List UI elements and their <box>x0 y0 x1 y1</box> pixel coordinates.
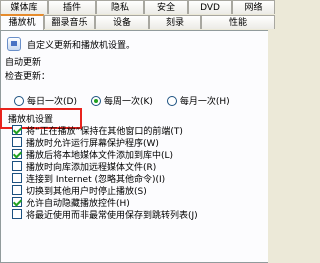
checkbox[interactable] <box>12 149 22 159</box>
option-allow-screensaver[interactable]: 播放时允许运行屏幕保护程序(W) <box>12 136 198 149</box>
tab-security[interactable]: 安全 <box>144 0 188 14</box>
radio-button[interactable] <box>166 95 177 106</box>
check-updates-label: 检查更新： <box>5 72 51 82</box>
tab-devices[interactable]: 设备 <box>95 15 149 29</box>
tab-network[interactable]: 网络 <box>232 0 275 14</box>
tab-row-back: 媒体库 插件 隐私 安全 DVD 网络 <box>0 0 275 15</box>
tab-label: 翻录音乐 <box>51 18 88 28</box>
tab-burn[interactable]: 刻录 <box>149 15 201 29</box>
checkbox[interactable] <box>12 161 22 171</box>
tab-row-front: 播放机 翻录音乐 设备 刻录 性能 <box>0 14 275 30</box>
auto-update-title: 自动更新 <box>5 58 42 68</box>
checkbox[interactable] <box>12 173 22 183</box>
tab-plugins[interactable]: 插件 <box>48 0 96 14</box>
tab-label: 性能 <box>228 18 247 28</box>
option-auto-hide-controls[interactable]: 允许自动隐藏播放控件(H) <box>12 196 198 209</box>
tab-label: 网络 <box>244 3 263 13</box>
checkbox[interactable] <box>12 197 22 207</box>
tab-label: DVD <box>200 3 220 13</box>
option-connect-internet[interactable]: 连接到 Internet (忽略其他命令)(I) <box>12 172 198 185</box>
radio-weekly[interactable]: 每周一次(K) <box>90 94 153 107</box>
option-add-remote-files[interactable]: 播放时向库添加远程媒体文件(R) <box>12 160 198 173</box>
option-stop-on-user-switch[interactable]: 切换到其他用户时停止播放(S) <box>12 184 198 197</box>
tab-label: 隐私 <box>110 3 129 13</box>
tab-performance[interactable]: 性能 <box>201 15 275 29</box>
radio-label: 每周一次(K) <box>103 97 153 107</box>
player-settings-icon <box>7 37 21 51</box>
tab-label: 插件 <box>62 3 81 13</box>
radio-button[interactable] <box>14 95 24 106</box>
tab-privacy[interactable]: 隐私 <box>96 0 144 14</box>
option-keep-now-playing-on-top[interactable]: 将“正在播放”保持在其他窗口的前端(T) <box>12 124 198 137</box>
radio-label: 每日一次(D) <box>27 97 77 107</box>
checkbox[interactable] <box>12 137 22 147</box>
radio-button[interactable] <box>90 95 101 106</box>
tab-rip-music[interactable]: 翻录音乐 <box>44 15 95 29</box>
option-add-local-files[interactable]: 播放后将本地媒体文件添加到库中(L) <box>12 148 198 161</box>
checkbox[interactable] <box>12 209 22 219</box>
radio-monthly[interactable]: 每月一次(H) <box>166 94 230 107</box>
header-text: 自定义更新和播放机设置。 <box>27 40 136 51</box>
tab-media-library[interactable]: 媒体库 <box>0 0 48 14</box>
checkbox[interactable] <box>12 125 22 135</box>
radio-daily[interactable]: 每日一次(D) <box>14 94 77 107</box>
player-settings-list: 将“正在播放”保持在其他窗口的前端(T) 播放时允许运行屏幕保护程序(W) 播放… <box>12 124 198 221</box>
option-jump-list-recent[interactable]: 将最近使用而非最常使用保存到跳转列表(J) <box>12 208 198 221</box>
tab-dvd[interactable]: DVD <box>188 0 232 14</box>
tab-label: 媒体库 <box>10 3 38 13</box>
checkbox[interactable] <box>12 185 22 195</box>
update-frequency-group: 每日一次(D) 每周一次(K) 每月一次(H) <box>14 94 244 107</box>
option-label: 将最近使用而非最常使用保存到跳转列表(J) <box>26 210 198 221</box>
tab-label: 刻录 <box>165 18 184 28</box>
tab-label: 设备 <box>112 18 131 28</box>
radio-label: 每月一次(H) <box>179 97 230 107</box>
tab-label: 播放机 <box>8 18 36 28</box>
panel-header: 自定义更新和播放机设置。 <box>7 37 135 51</box>
tab-label: 安全 <box>156 3 175 13</box>
tab-player[interactable]: 播放机 <box>0 14 44 30</box>
